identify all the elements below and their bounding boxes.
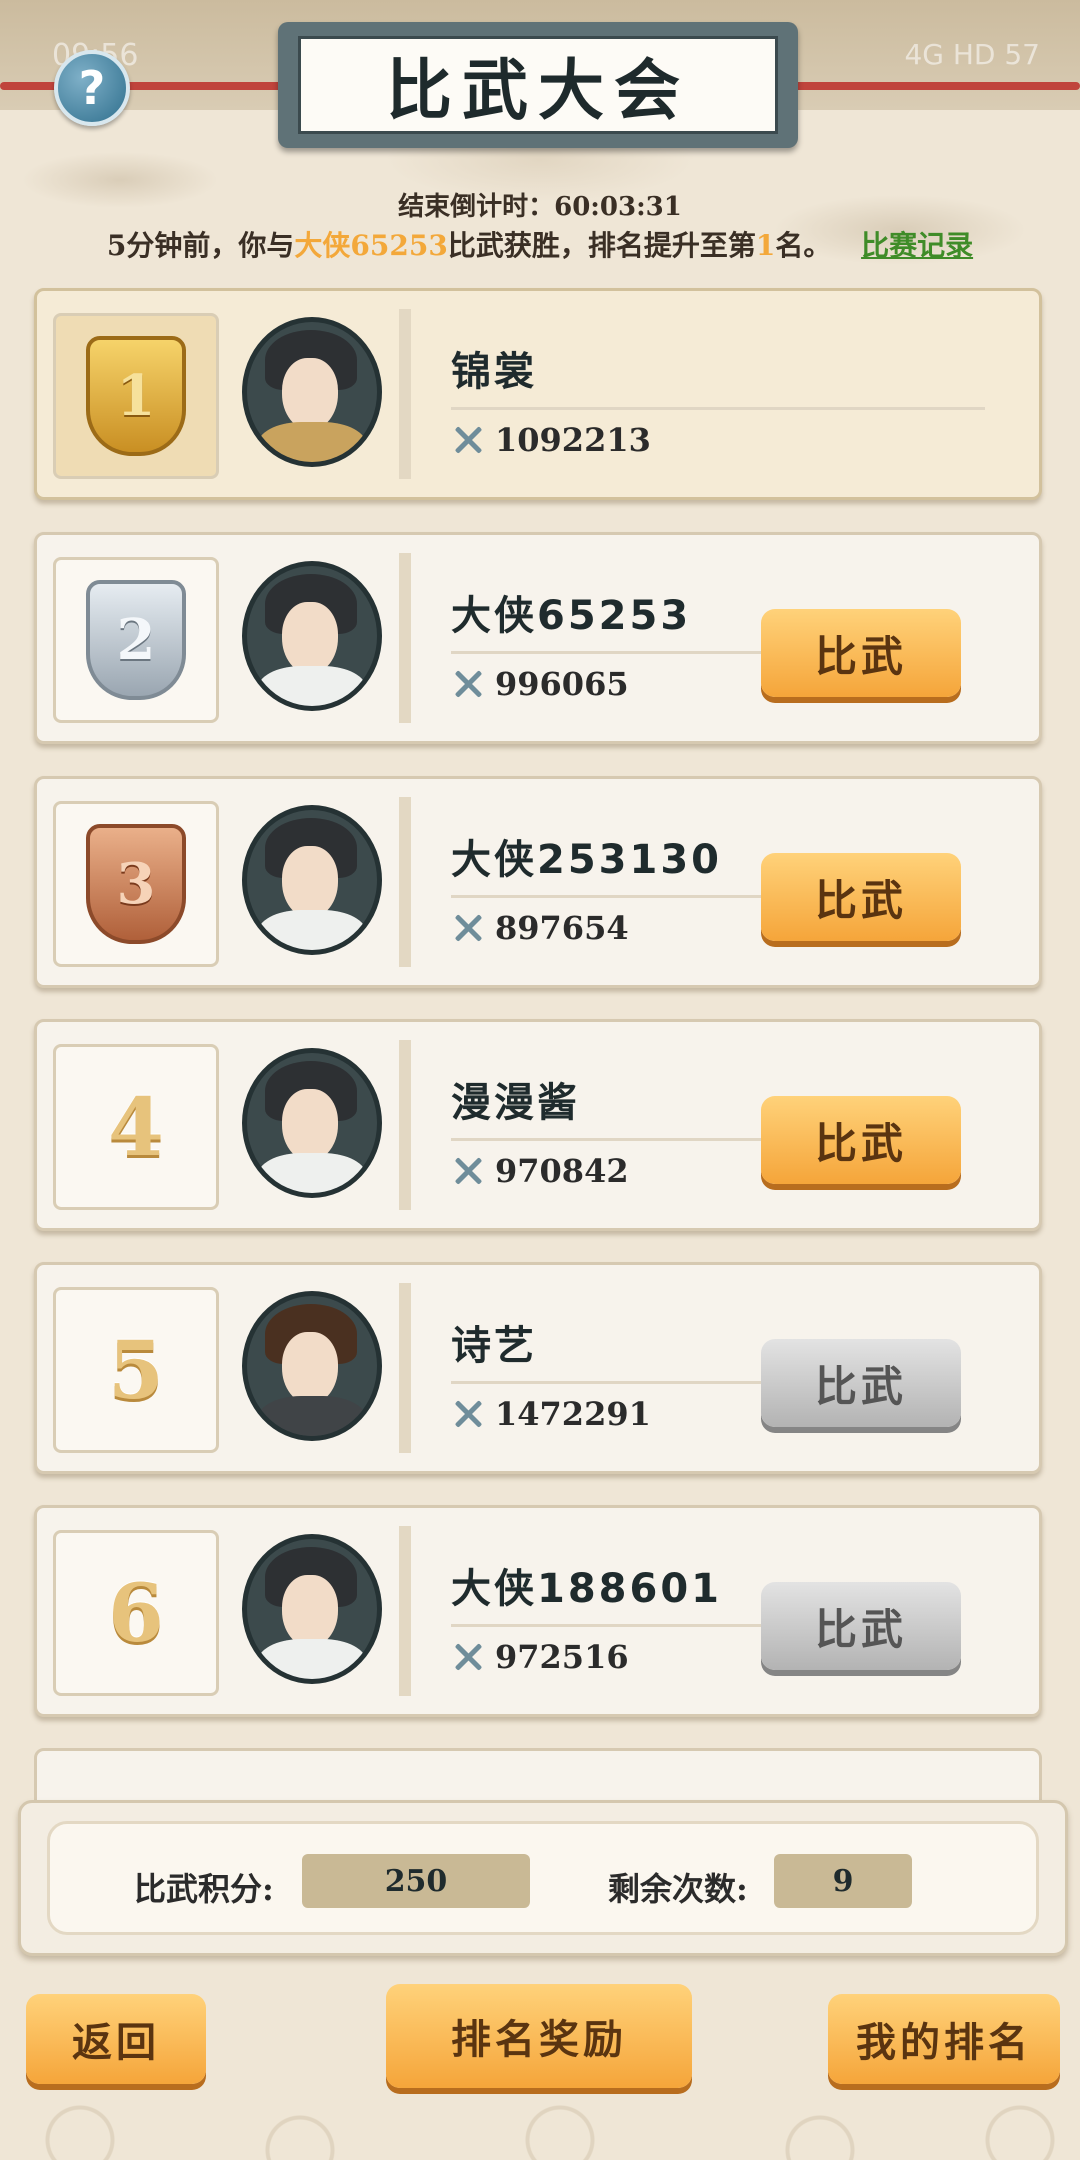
- question-icon: ?: [78, 61, 106, 115]
- player-card-1: 1 锦裳 1092213: [34, 288, 1042, 500]
- crossed-swords-icon: [451, 667, 485, 701]
- player-name: 大侠65253: [451, 593, 692, 639]
- player-card-6: 6 大侠188601 972516 比武: [34, 1505, 1042, 1717]
- crossed-swords-icon: [451, 1154, 485, 1188]
- fight-button[interactable]: 比武: [761, 853, 961, 941]
- rank-number: 5: [108, 1323, 164, 1417]
- player-name: 锦裳: [451, 349, 537, 395]
- power-value: 1472291: [451, 1395, 651, 1433]
- rank-badge: 4: [53, 1044, 219, 1210]
- avatar[interactable]: [242, 1291, 382, 1441]
- notice-opponent: 大侠65253: [294, 229, 448, 262]
- rank-badge: 5: [53, 1287, 219, 1453]
- player-card-4: 4 漫漫酱 970842 比武: [34, 1019, 1042, 1231]
- player-name: 漫漫酱: [451, 1080, 580, 1126]
- avatar[interactable]: [242, 805, 382, 955]
- rank-number: 4: [108, 1080, 164, 1174]
- fight-button[interactable]: 比武: [761, 609, 961, 697]
- fight-button[interactable]: 比武: [761, 1582, 961, 1670]
- countdown-timer: 结束倒计时：60:03:31: [398, 192, 682, 222]
- rank-badge: 1: [53, 313, 219, 479]
- avatar[interactable]: [242, 1534, 382, 1684]
- gold-medal-icon: 1: [86, 336, 186, 456]
- score-value: 250: [302, 1854, 530, 1908]
- my-rank-button[interactable]: 我的排名: [828, 1994, 1060, 2084]
- crossed-swords-icon: [451, 423, 485, 457]
- player-name: 大侠253130: [451, 837, 722, 883]
- player-name: 大侠188601: [451, 1566, 722, 1612]
- avatar[interactable]: [242, 1048, 382, 1198]
- power-value: 897654: [451, 909, 629, 947]
- crossed-swords-icon: [451, 1640, 485, 1674]
- power-value: 1092213: [451, 421, 651, 459]
- status-indicators: 4G HD 57: [904, 38, 1040, 71]
- rank-number: 6: [108, 1566, 164, 1660]
- rope-left: [0, 82, 290, 90]
- fight-button[interactable]: 比武: [761, 1096, 961, 1184]
- avatar[interactable]: [242, 317, 382, 467]
- rank-badge: 6: [53, 1530, 219, 1696]
- remaining-value: 9: [774, 1854, 912, 1908]
- player-card-5: 5 诗艺 1472291 比武: [34, 1262, 1042, 1474]
- match-record-link[interactable]: 比赛记录: [861, 229, 973, 262]
- power-value: 996065: [451, 665, 629, 703]
- page-title: 比武大会: [386, 51, 690, 129]
- crossed-swords-icon: [451, 1397, 485, 1431]
- fight-button[interactable]: 比武: [761, 1339, 961, 1427]
- power-value: 972516: [451, 1638, 629, 1676]
- title-banner: 比武大会: [278, 22, 798, 148]
- crossed-swords-icon: [451, 911, 485, 945]
- rank-badge: 2: [53, 557, 219, 723]
- power-value: 970842: [451, 1152, 629, 1190]
- player-card-2: 2 大侠65253 996065 比武: [34, 532, 1042, 744]
- battle-notice: 5分钟前，你与大侠65253比武获胜，排名提升至第1名。 比赛记录: [106, 229, 974, 262]
- remaining-label: 剩余次数:: [608, 1870, 748, 1908]
- bronze-medal-icon: 3: [86, 824, 186, 944]
- help-button[interactable]: ?: [54, 50, 130, 126]
- player-card-3: 3 大侠253130 897654 比武: [34, 776, 1042, 988]
- score-label: 比武积分:: [134, 1870, 274, 1908]
- notice-rank: 1: [755, 229, 776, 262]
- rank-badge: 3: [53, 801, 219, 967]
- rank-rewards-button[interactable]: 排名奖励: [386, 1984, 692, 2088]
- avatar[interactable]: [242, 561, 382, 711]
- silver-medal-icon: 2: [86, 580, 186, 700]
- stats-panel: 比武积分: 250 剩余次数: 9: [18, 1800, 1068, 1956]
- player-name: 诗艺: [451, 1323, 537, 1369]
- back-button[interactable]: 返回: [26, 1994, 206, 2084]
- rope-right: [790, 82, 1080, 90]
